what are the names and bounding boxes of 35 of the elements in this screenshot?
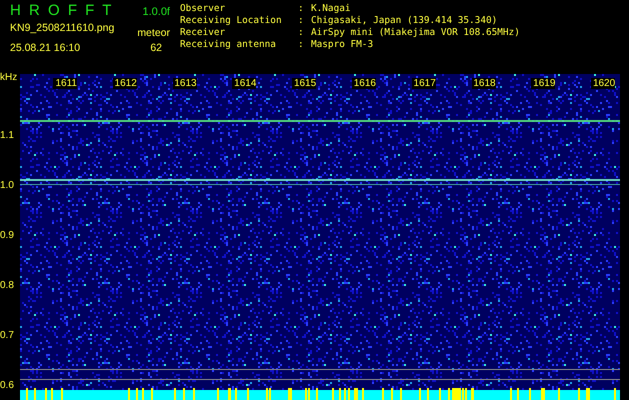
y-axis-label: 0.8 xyxy=(0,280,14,291)
time-label: 1612 xyxy=(112,78,137,89)
y-axis-label: 0.6 xyxy=(0,380,14,391)
info-label: Receiving antenna xyxy=(180,38,277,50)
info-value: Maspro FM-3 xyxy=(311,38,374,50)
time-label: 1611 xyxy=(53,78,77,89)
axis-unit: kHz xyxy=(0,72,18,83)
separator: : xyxy=(298,2,305,14)
time-label: 1616 xyxy=(352,78,376,89)
time-label: 1617 xyxy=(412,78,436,89)
separator: : xyxy=(298,38,305,50)
info-label: Observer xyxy=(180,2,226,14)
info-value: Chigasaki, Japan (139.414 35.340) xyxy=(311,14,498,26)
time-label: 1614 xyxy=(232,78,256,89)
time-label: 1619 xyxy=(531,78,556,89)
info-label: Receiver xyxy=(180,26,226,38)
separator: : xyxy=(298,26,305,38)
info-label: Receiving Location xyxy=(180,14,283,26)
time-label: 1615 xyxy=(292,78,316,89)
y-axis-label: 1.0 xyxy=(0,180,14,191)
time-label: 1620 xyxy=(591,78,616,89)
app-title: H R O F F T xyxy=(10,2,114,19)
timestamp: 25.08.21 16:10 xyxy=(10,42,80,54)
time-label: 1613 xyxy=(172,78,197,89)
version-label: 1.0.0f xyxy=(142,6,170,18)
time-label: 1618 xyxy=(472,78,496,89)
file-name: KN9_2508211610.png xyxy=(10,22,114,36)
info-value: K.Nagai xyxy=(311,2,351,14)
y-axis-label: 0.9 xyxy=(0,230,14,241)
y-axis-label: 1.1 xyxy=(0,130,14,141)
info-value: AirSpy mini (Miakejima VOR 108.65MHz) xyxy=(311,26,520,38)
mode-label: meteor xyxy=(137,27,170,39)
y-axis-label: 0.7 xyxy=(0,330,14,341)
separator: : xyxy=(298,14,305,26)
count-value: 62 xyxy=(150,42,163,54)
